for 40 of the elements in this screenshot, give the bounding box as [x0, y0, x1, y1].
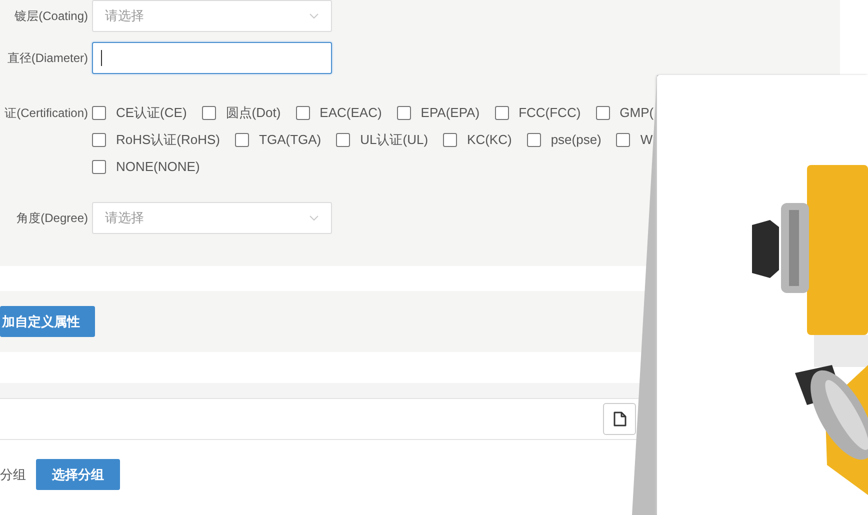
field-label: 角度(Degree) — [16, 210, 89, 226]
checkbox-label: EPA(EPA) — [420, 105, 480, 120]
chevron-down-icon — [309, 13, 319, 19]
checkbox[interactable] — [92, 132, 106, 146]
checkbox-label: EAC(EAC) — [320, 105, 382, 120]
checkbox-label: GMP( — [620, 105, 654, 120]
checkbox-label: NONE(NONE) — [116, 159, 200, 174]
checkbox-label: W — [640, 132, 653, 147]
checkbox-label: KC(KC) — [467, 132, 512, 147]
select-field[interactable]: 请选择 — [92, 202, 332, 234]
field-label: 证(Certification) — [4, 105, 89, 122]
field-label: 直径(Diameter) — [6, 50, 89, 66]
checkbox[interactable] — [296, 106, 310, 120]
chevron-down-icon — [309, 215, 319, 221]
select-field[interactable]: 请选择 — [92, 0, 332, 32]
checkbox[interactable] — [92, 160, 106, 174]
checkbox[interactable] — [202, 106, 216, 120]
checkbox[interactable] — [235, 132, 250, 146]
checkbox[interactable] — [596, 106, 610, 120]
field-label: 镀层(Coating) — [14, 8, 89, 24]
file-icon — [612, 411, 626, 427]
checkbox[interactable] — [443, 132, 458, 146]
file-button[interactable] — [603, 403, 636, 435]
group-label: 分组 — [0, 466, 26, 484]
checkbox-label: RoHS认证(RoHS) — [116, 130, 220, 148]
checkbox-label: pse(pse) — [550, 132, 602, 147]
add-attribute-button[interactable]: 加自定义属性 — [0, 306, 95, 337]
checkbox[interactable] — [526, 132, 541, 146]
checkbox-label: TGA(TGA) — [259, 132, 322, 147]
checkbox[interactable] — [336, 132, 350, 146]
select-group-button[interactable]: 选择分组 — [36, 459, 120, 490]
checkbox-label: FCC(FCC) — [518, 105, 581, 120]
checkbox[interactable] — [616, 132, 630, 146]
checkbox-label: CE认证(CE) — [116, 104, 187, 122]
checkbox-label: UL认证(UL) — [360, 130, 428, 148]
checkbox-label: 圆点(Dot) — [226, 104, 281, 122]
checkbox[interactable] — [396, 106, 411, 120]
checkbox[interactable] — [92, 106, 106, 120]
checkbox[interactable] — [494, 106, 509, 120]
input-field[interactable] — [92, 42, 332, 74]
